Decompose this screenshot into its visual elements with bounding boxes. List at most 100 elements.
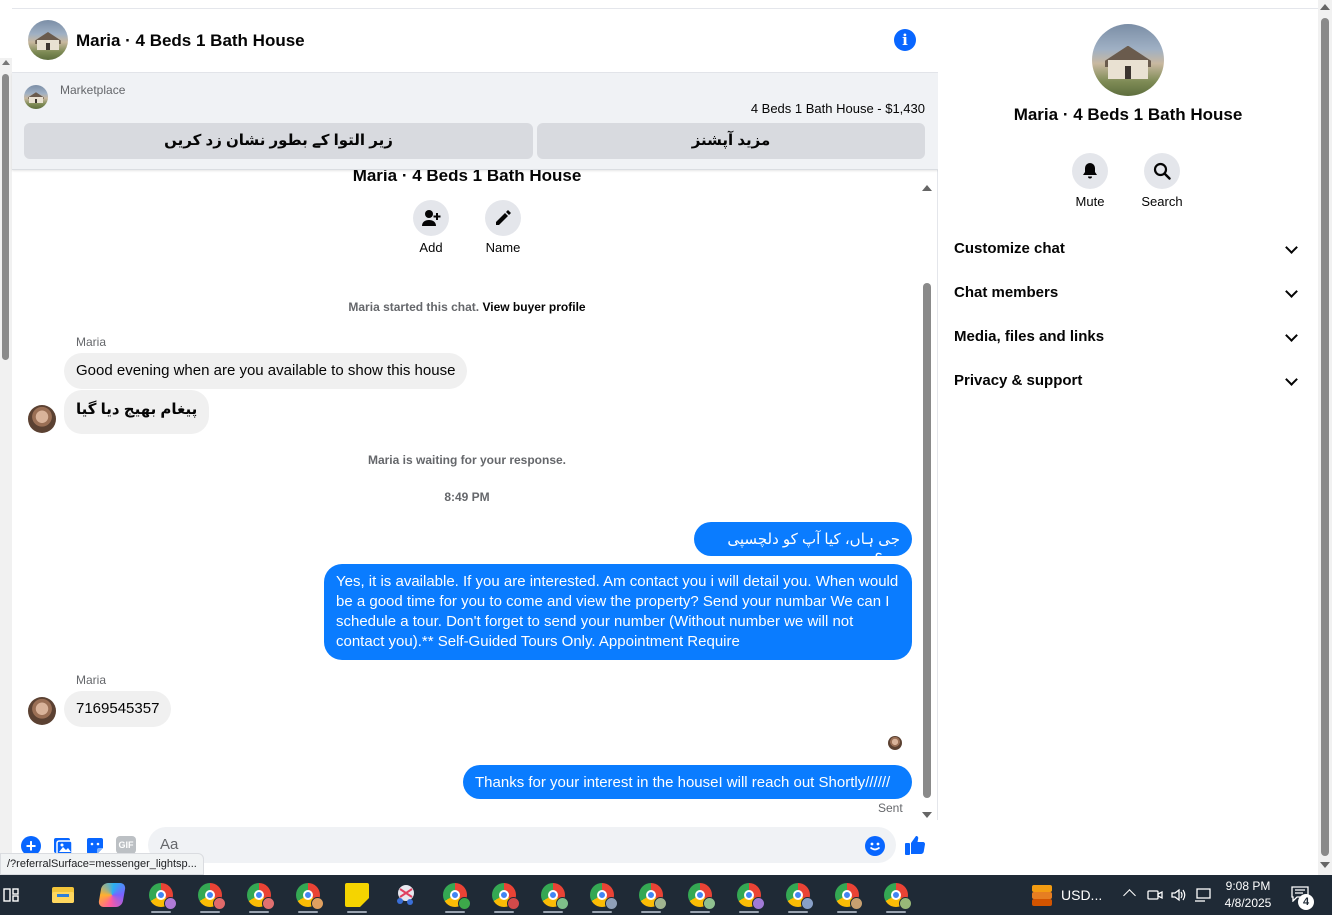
chat-title[interactable]: Maria · 4 Beds 1 Bath House xyxy=(76,31,305,51)
section-customize-chat[interactable]: Customize chat xyxy=(954,227,1300,271)
marketplace-label: Marketplace xyxy=(60,83,126,97)
chat-started-text: Maria started this chat. xyxy=(348,300,480,314)
mark-as-pending-button[interactable]: زیر التوا کے بطور نشان زد کریں xyxy=(24,123,533,159)
chevron-down-icon xyxy=(1285,373,1298,386)
page-scrollbar[interactable] xyxy=(1318,0,1332,875)
chevron-down-icon xyxy=(1285,241,1298,254)
scroll-down-arrow-icon[interactable] xyxy=(922,812,932,818)
maria-avatar[interactable] xyxy=(28,405,56,433)
section-label: Chat members xyxy=(954,284,1059,301)
scroll-up-arrow-icon[interactable] xyxy=(1320,4,1330,10)
add-person-icon xyxy=(422,210,441,226)
scroll-up-arrow-icon[interactable] xyxy=(922,185,932,191)
search-button[interactable] xyxy=(1144,153,1180,189)
chrome-profile-icon[interactable] xyxy=(443,883,471,913)
scroll-thumb[interactable] xyxy=(923,283,931,798)
incoming-message[interactable]: 7169545357 xyxy=(64,691,172,727)
task-view-icon[interactable] xyxy=(3,887,19,903)
listing-title[interactable]: 4 Beds 1 Bath House - $1,430 xyxy=(751,101,925,116)
meet-now-icon[interactable] xyxy=(1147,887,1163,903)
search-label: Search xyxy=(1141,194,1183,209)
add-label: Add xyxy=(419,240,443,255)
scroll-thumb[interactable] xyxy=(2,74,9,360)
section-chat-members[interactable]: Chat members xyxy=(954,271,1300,315)
chrome-profile-icon[interactable] xyxy=(149,883,177,913)
chrome-profile-icon[interactable] xyxy=(296,883,324,913)
left-scrollbar[interactable] xyxy=(0,58,12,875)
gif-icon[interactable]: GIF xyxy=(116,836,136,854)
like-thumb-icon[interactable] xyxy=(904,834,926,856)
name-label: Name xyxy=(485,240,521,255)
outgoing-message[interactable]: جی ہاں، کیا آپ کو دلچسپی ہے؟ xyxy=(694,522,912,568)
panel-title: Maria · 4 Beds 1 Bath House xyxy=(1013,105,1243,124)
chat-started-notice: Maria started this chat. View buyer prof… xyxy=(12,300,922,314)
sender-name: Maria xyxy=(76,335,107,349)
chrome-profile-icon[interactable] xyxy=(737,883,765,913)
copilot-icon[interactable] xyxy=(97,883,127,907)
file-explorer-icon[interactable] xyxy=(51,883,75,907)
chrome-profile-icon[interactable] xyxy=(688,883,716,913)
chat-info-panel: Maria · 4 Beds 1 Bath House Mute Search … xyxy=(938,9,1318,875)
panel-avatar[interactable] xyxy=(1092,24,1164,96)
messenger-window: Maria · 4 Beds 1 Bath House i Marketplac… xyxy=(0,0,1332,875)
incoming-message[interactable]: پیغام بھیج دیا گیا xyxy=(64,390,210,434)
scroll-up-arrow-icon[interactable] xyxy=(2,60,10,65)
currency-widget-icon[interactable] xyxy=(1030,883,1054,907)
read-receipt-avatar xyxy=(888,736,902,750)
message-input[interactable]: Aa xyxy=(148,827,896,863)
snipping-tool-icon[interactable] xyxy=(394,883,418,907)
notification-count-badge: 4 xyxy=(1298,894,1314,910)
maria-avatar[interactable] xyxy=(28,697,56,725)
chevron-down-icon xyxy=(1285,329,1298,342)
chrome-profile-icon[interactable] xyxy=(590,883,618,913)
view-buyer-profile-link[interactable]: View buyer profile xyxy=(482,300,585,314)
chrome-profile-icon[interactable] xyxy=(639,883,667,913)
outgoing-message[interactable]: Thanks for your interest in the houseI w… xyxy=(463,765,912,799)
message-list: Maria · 4 Beds 1 Bath House Add Name Mar xyxy=(12,170,938,820)
sender-name: Maria xyxy=(76,673,107,687)
scroll-thumb[interactable] xyxy=(1321,18,1329,856)
listing-thumbnail[interactable] xyxy=(24,85,48,109)
search-icon xyxy=(1153,162,1171,180)
chrome-profile-icon[interactable] xyxy=(884,883,912,913)
clock-date[interactable]: 4/8/2025 xyxy=(1222,896,1274,910)
name-button[interactable] xyxy=(485,200,521,236)
chrome-profile-icon[interactable] xyxy=(198,883,226,913)
clock-time[interactable]: 9:08 PM xyxy=(1224,879,1272,893)
chrome-profile-icon[interactable] xyxy=(786,883,814,913)
marketplace-banner: Marketplace 4 Beds 1 Bath House - $1,430… xyxy=(12,73,938,170)
messages-scrollbar[interactable] xyxy=(920,179,934,818)
emoji-icon[interactable] xyxy=(865,836,885,856)
chat-pane: Maria · 4 Beds 1 Bath House i Marketplac… xyxy=(12,9,938,875)
message-placeholder: Aa xyxy=(160,836,179,853)
chat-header: Maria · 4 Beds 1 Bath House i xyxy=(12,9,938,73)
currency-widget-text[interactable]: USD... xyxy=(1061,887,1102,903)
incoming-message[interactable]: Good evening when are you available to s… xyxy=(64,353,468,389)
mute-button[interactable] xyxy=(1072,153,1108,189)
more-options-button[interactable]: مزید آپشنز xyxy=(537,123,925,159)
section-media-files-links[interactable]: Media, files and links xyxy=(954,315,1300,359)
chrome-profile-icon[interactable] xyxy=(835,883,863,913)
chrome-profile-icon[interactable] xyxy=(492,883,520,913)
section-privacy-support[interactable]: Privacy & support xyxy=(954,359,1300,403)
network-icon[interactable] xyxy=(1194,887,1212,903)
scroll-down-arrow-icon[interactable] xyxy=(1320,862,1330,868)
chat-avatar[interactable] xyxy=(28,20,68,60)
sticky-notes-icon[interactable] xyxy=(345,883,369,913)
conversation-title: Maria · 4 Beds 1 Bath House xyxy=(352,170,582,185)
mute-label: Mute xyxy=(1075,194,1105,209)
chrome-profile-icon[interactable] xyxy=(541,883,569,913)
section-label: Privacy & support xyxy=(954,372,1083,389)
sent-status: Sent xyxy=(878,801,903,815)
chrome-profile-icon[interactable] xyxy=(247,883,275,913)
outgoing-message[interactable]: Yes, it is available. If you are interes… xyxy=(324,564,912,660)
pencil-icon xyxy=(496,210,511,225)
status-url-tooltip: /?referralSurface=messenger_lightsp... xyxy=(0,853,204,875)
volume-icon[interactable] xyxy=(1170,887,1186,903)
info-icon[interactable]: i xyxy=(894,29,916,51)
add-person-button[interactable] xyxy=(413,200,449,236)
chevron-down-icon xyxy=(1285,285,1298,298)
bell-icon xyxy=(1083,163,1097,179)
section-label: Media, files and links xyxy=(954,328,1105,345)
chevron-up-icon[interactable] xyxy=(1123,889,1136,902)
